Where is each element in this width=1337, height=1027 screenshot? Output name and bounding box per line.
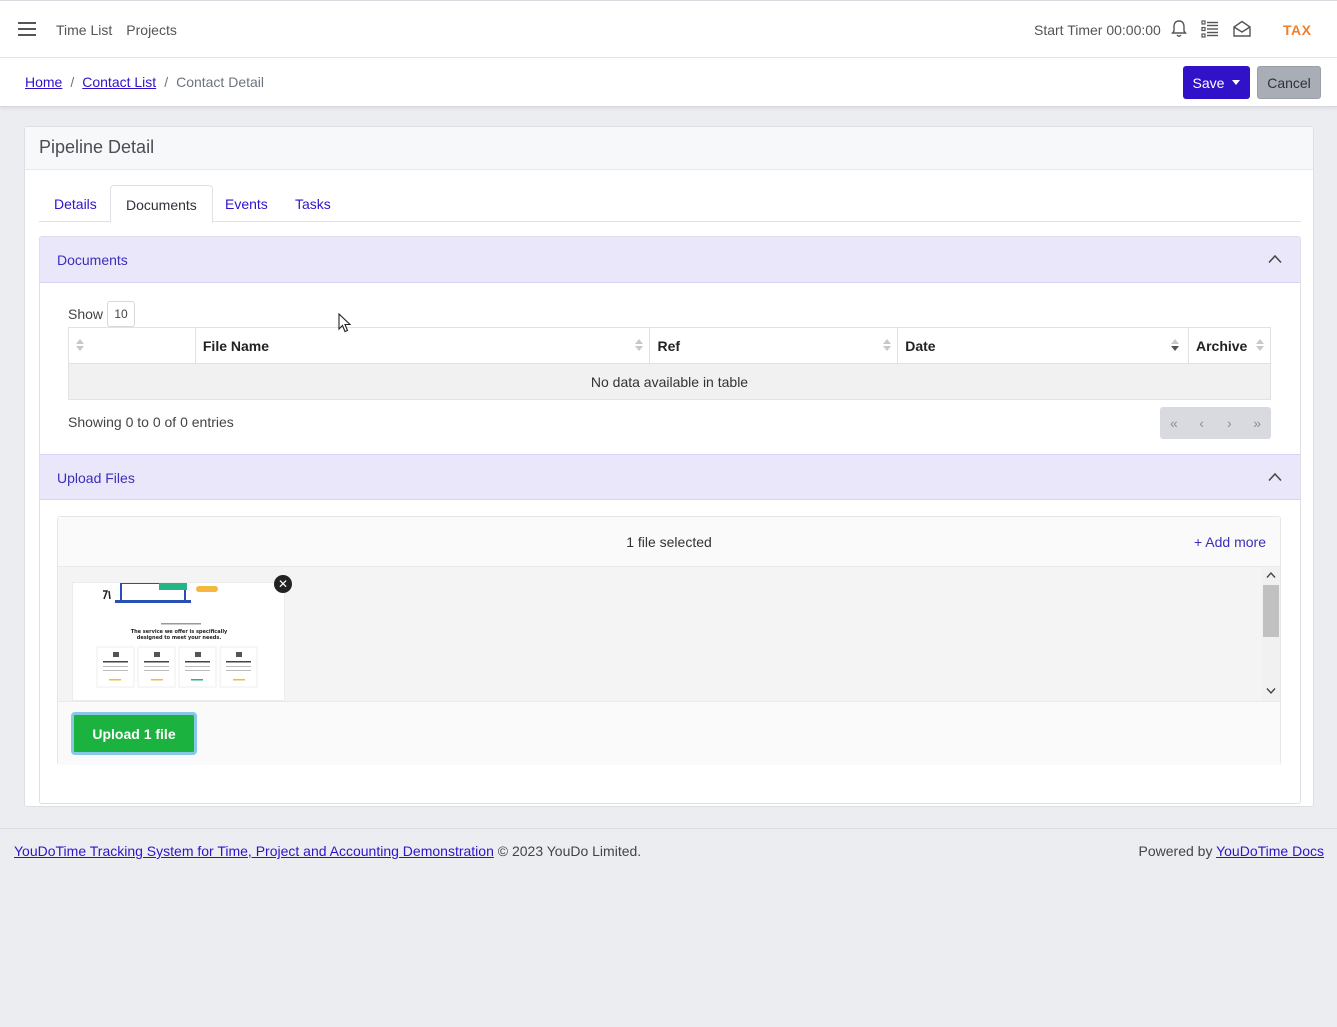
thumbnail-preview-image: The service we offer is specifically des… [73,583,284,700]
scrollbar-thumb[interactable] [1263,585,1279,637]
svg-text:designed to meet your needs.: designed to meet your needs. [137,635,222,641]
pipeline-detail-card: Pipeline Detail Details Documents Events… [24,126,1314,807]
sort-desc-icon [1170,339,1179,353]
upload-files-title: Upload Files [57,470,135,486]
caret-down-icon [1232,80,1241,85]
footer-site-link[interactable]: YouDoTime Tracking System for Time, Proj… [14,843,494,859]
hamburger-menu-icon[interactable] [18,22,36,36]
cancel-button[interactable]: Cancel [1257,66,1321,99]
sort-icon [76,339,84,353]
breadcrumb-contact-list[interactable]: Contact List [82,74,156,90]
column-header-archive[interactable]: Archive [1187,327,1272,364]
uploader-footer: Upload 1 file [58,701,1280,765]
nav-projects[interactable]: Projects [126,22,177,38]
footer-docs-link[interactable]: YouDoTime Docs [1216,843,1324,859]
file-thumbnail[interactable]: The service we offer is specifically des… [72,582,285,701]
breadcrumb: Home / Contact List / Contact Detail [25,74,264,90]
first-page-button[interactable]: « [1160,407,1188,439]
page-length-select[interactable]: 10 [107,301,136,327]
breadcrumb-separator: / [70,74,75,90]
card-title: Pipeline Detail [25,127,1313,170]
upload-files-header[interactable]: Upload Files [40,454,1300,500]
top-nav: Time List Projects [56,22,177,38]
upload-button[interactable]: Upload 1 file [71,712,197,755]
sort-icon [1256,339,1264,353]
footer-copyright: © 2023 YouDo Limited. [493,843,642,859]
tab-documents[interactable]: Documents [110,185,213,223]
breadcrumb-home[interactable]: Home [25,74,62,90]
bell-icon[interactable] [1169,19,1189,39]
start-timer[interactable]: Start Timer 00:00:00 [1034,22,1161,38]
save-button-label: Save [1192,74,1225,91]
file-uploader: 1 file selected + Add more The service w… [57,516,1281,765]
envelope-icon[interactable] [1232,19,1252,39]
brand-tax[interactable]: TAX [1283,22,1311,38]
powered-by-label: Powered by [1138,843,1217,859]
show-label: Show [68,306,104,322]
empty-table-message: No data available in table [68,363,1271,400]
table-info: Showing 0 to 0 of 0 entries [68,414,234,430]
documents-header[interactable]: Documents [40,237,1300,283]
remove-file-icon[interactable]: ✕ [274,575,292,593]
column-header-date[interactable]: Date [897,327,1189,364]
uploader-header: 1 file selected + Add more [58,517,1280,567]
last-page-button[interactable]: » [1243,407,1271,439]
next-page-button[interactable]: › [1216,407,1244,439]
list-icon[interactable] [1200,19,1220,39]
documents-panel: Documents Show 10 File Name Ref Date Arc… [39,236,1301,804]
chevron-up-icon[interactable] [1268,472,1282,482]
subheader: Home / Contact List / Contact Detail Sav… [0,58,1337,107]
files-scrollbar[interactable] [1262,567,1280,701]
tab-events[interactable]: Events [210,185,283,222]
scroll-up-icon[interactable] [1266,571,1276,579]
pagination: « ‹ › » [1160,407,1271,439]
table-row: No data available in table [68,363,1271,400]
files-list: The service we offer is specifically des… [58,567,1280,701]
documents-table: File Name Ref Date Archive No data avail… [68,327,1272,400]
sort-icon [883,339,892,353]
nav-time-list[interactable]: Time List [56,22,112,38]
page-length: Show 10 [68,301,136,327]
chevron-up-icon[interactable] [1268,254,1282,264]
footer-right: Powered by YouDoTime Docs [1139,843,1324,859]
footer-left: YouDoTime Tracking System for Time, Proj… [14,843,641,859]
save-button[interactable]: Save [1183,66,1250,99]
tab-tasks[interactable]: Tasks [280,185,346,222]
previous-page-button[interactable]: ‹ [1188,407,1216,439]
tab-bar: Details Documents Events Tasks [39,185,1301,223]
sort-icon [635,339,644,353]
column-header-ref[interactable]: Ref [649,327,899,364]
page-footer: YouDoTime Tracking System for Time, Proj… [0,828,1337,878]
documents-title: Documents [57,252,128,268]
scroll-down-icon[interactable] [1266,687,1276,695]
top-navbar: Time List Projects Start Timer 00:00:00 … [0,0,1337,58]
column-header-select[interactable] [68,327,196,364]
mouse-cursor-icon [338,313,352,333]
column-header-file-name[interactable]: File Name [194,327,651,364]
table-header-row: File Name Ref Date Archive [68,327,1272,364]
breadcrumb-separator: / [164,74,169,90]
file-count: 1 file selected [626,534,712,550]
add-more-button[interactable]: + Add more [1194,534,1266,550]
breadcrumb-current: Contact Detail [176,74,265,90]
tab-details[interactable]: Details [39,185,112,222]
